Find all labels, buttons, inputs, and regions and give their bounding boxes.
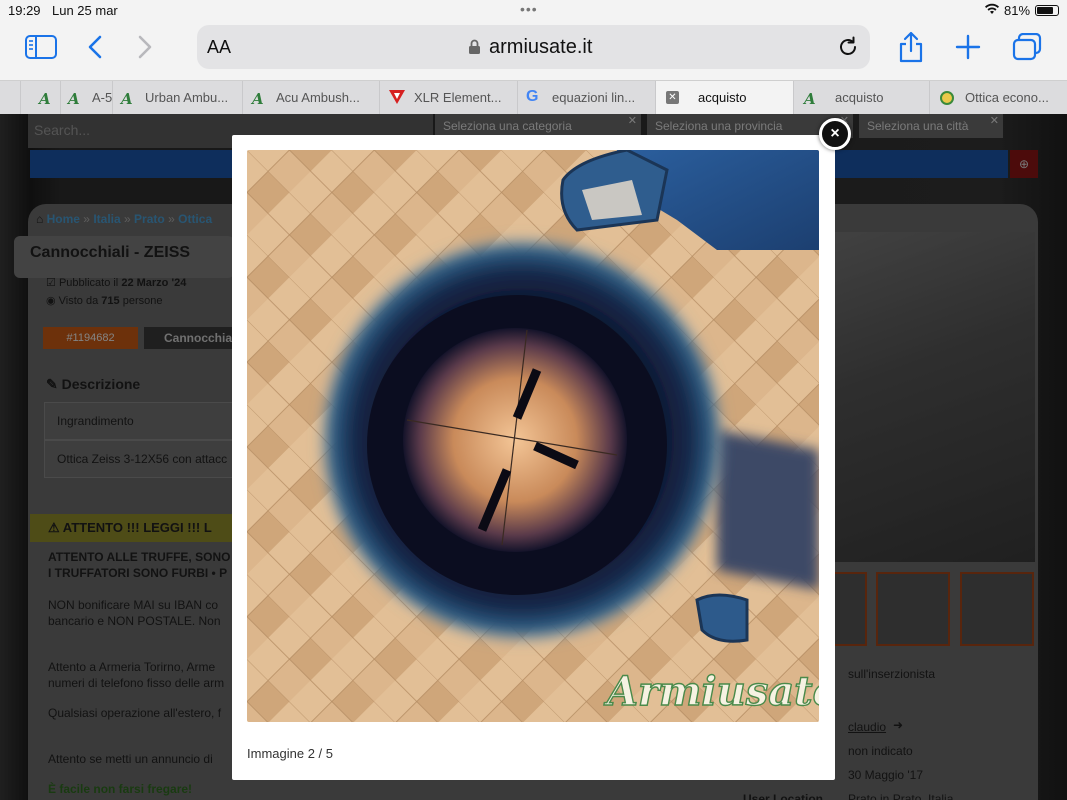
close-lightbox-button[interactable]: ×	[819, 118, 851, 150]
watermark-text: Armiusate.it	[603, 668, 819, 715]
armiusate-favicon-icon: A	[252, 90, 264, 108]
tab-label: acquisto	[835, 90, 884, 105]
ottica-favicon-icon	[940, 91, 954, 105]
tabs-overview-icon[interactable]	[1012, 32, 1042, 66]
status-bar: 19:29 Lun 25 mar ••• 81%	[0, 0, 1067, 20]
xlr-favicon-icon	[388, 89, 406, 108]
tab-8[interactable]: A acquisto	[793, 81, 929, 115]
forward-icon[interactable]	[138, 35, 152, 64]
armiusate-favicon-icon: A	[68, 90, 80, 108]
new-tab-icon[interactable]	[955, 34, 981, 65]
sidebar-icon[interactable]	[25, 35, 57, 64]
armiusate-favicon-icon: A	[121, 90, 133, 108]
back-icon[interactable]	[88, 35, 102, 64]
tab-label: A-5	[92, 90, 112, 105]
close-tab-icon[interactable]: ✕	[666, 91, 679, 104]
tab-9[interactable]: Ottica econo...	[929, 81, 1067, 115]
tab-label: Acu Ambush...	[276, 90, 360, 105]
reload-icon[interactable]	[836, 35, 860, 64]
lock-icon	[468, 39, 481, 60]
google-favicon-icon: G	[526, 88, 539, 105]
tab-label: equazioni lin...	[552, 90, 636, 105]
tab-3[interactable]: A Urban Ambu...	[112, 81, 242, 115]
tab-label: Ottica econo...	[965, 90, 1049, 105]
armiusate-favicon-icon: A	[804, 90, 816, 108]
share-icon[interactable]	[898, 31, 924, 68]
browser-toolbar: AA armiusate.it	[0, 20, 1067, 80]
tab-6[interactable]: G equazioni lin...	[517, 81, 655, 115]
image-caption: Immagine 2 / 5	[247, 746, 333, 761]
tab-label: Urban Ambu...	[145, 90, 229, 105]
reader-settings-button[interactable]: AA	[207, 37, 231, 58]
tab-5[interactable]: XLR Element...	[379, 81, 517, 115]
tab-label: XLR Element...	[414, 90, 502, 105]
url-text[interactable]: armiusate.it	[489, 36, 592, 59]
tab-active[interactable]: ✕ acquisto	[655, 81, 793, 115]
tab-4[interactable]: A Acu Ambush...	[242, 81, 379, 115]
tab-1[interactable]: A	[20, 81, 60, 115]
battery-percentage: 81%	[1004, 3, 1031, 18]
lightbox-image[interactable]: Armiusate.it	[247, 150, 819, 722]
tab-2[interactable]: A A-5	[60, 81, 112, 115]
image-lightbox: Armiusate.it Immagine 2 / 5	[232, 135, 835, 780]
armiusate-favicon-icon: A	[39, 90, 51, 108]
multitasking-dots-icon[interactable]: •••	[520, 1, 538, 17]
wifi-icon	[984, 3, 1000, 18]
status-time: 19:29	[8, 3, 41, 18]
tab-bar: A A A-5 A Urban Ambu... A Acu Ambush... …	[0, 80, 1067, 115]
tab-label: acquisto	[698, 90, 747, 105]
address-bar[interactable]: AA armiusate.it	[197, 25, 870, 69]
status-date: Lun 25 mar	[52, 3, 118, 18]
battery-icon	[1035, 5, 1059, 16]
close-icon: ×	[830, 125, 840, 142]
